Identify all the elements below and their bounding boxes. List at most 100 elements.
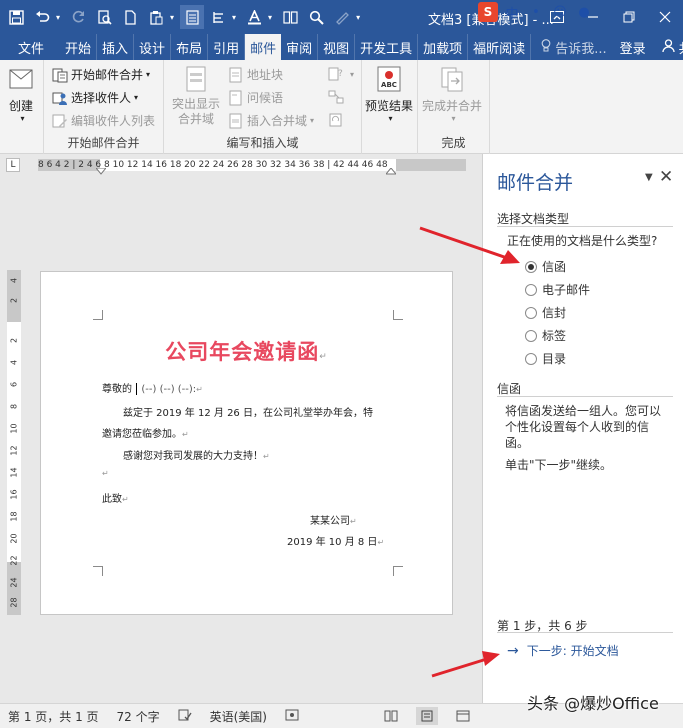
vruler-num: 2 [9,297,19,304]
tab-developer[interactable]: 开发工具 [355,34,419,60]
address-block-icon [229,67,242,82]
word-count[interactable]: 72 个字 [117,708,160,725]
match-fields-button[interactable] [328,89,347,105]
tell-me-box[interactable]: 告诉我... [531,34,611,60]
radio-labels[interactable]: 标签 [525,327,566,344]
radio-directory[interactable]: 目录 [525,350,566,367]
ruler-numbers: 8 6 4 2 | 2 4 6 8 10 12 14 16 18 20 22 2… [38,160,388,170]
tab-foxit[interactable]: 福昕阅读 [468,34,532,60]
customize-qat-icon[interactable]: ▾ [356,13,360,22]
select-recipients-button[interactable]: 选择收件人 ▾ [52,89,138,106]
tab-mailings[interactable]: 邮件 [245,34,282,60]
punctuation-icon[interactable]: • [526,2,546,22]
envelope-create-icon [9,69,33,89]
font-color-icon[interactable] [242,5,266,29]
indent-marker-icon[interactable] [96,168,106,176]
paste-icon[interactable] [144,5,168,29]
address-block-button[interactable]: 地址块 [228,66,283,83]
print-layout-icon[interactable] [416,707,438,725]
radio-letters[interactable]: 信函 [525,258,566,275]
emoji-icon[interactable]: ☺ [550,2,570,22]
greeting-line-button[interactable]: 问候语 [228,89,283,106]
section-divider [497,396,673,397]
radio-circle-selected [525,260,537,273]
language-indicator[interactable]: 英语(美国) [210,708,267,725]
draw-table-icon[interactable] [180,5,205,29]
vertical-ruler[interactable]: 4 2 2 4 6 8 10 12 14 16 18 20 22 24 28 [7,270,21,615]
next-step-link[interactable]: → 下一步: 开始文档 [507,642,619,659]
ruler-right-margin [396,159,466,171]
print-preview-icon[interactable] [92,5,116,29]
section-divider [497,632,673,633]
radio-email[interactable]: 电子邮件 [525,281,590,298]
redo-icon[interactable] [66,5,90,29]
letter-heading: 公司年会邀请函↵ [165,340,328,364]
paragraph-icon[interactable] [206,5,230,29]
company-text: 某某公司 [310,516,350,527]
radio-envelopes[interactable]: 信封 [525,304,566,321]
preview-results-button[interactable]: ABC 预览结果 ▾ [365,64,413,123]
find-icon[interactable] [304,5,328,29]
tab-file[interactable]: 文件 [0,34,60,60]
right-indent-marker-icon[interactable] [386,168,396,176]
save-icon[interactable] [4,5,28,29]
format-painter-icon[interactable] [330,5,354,29]
address-block-label: 地址块 [247,68,284,82]
finish-merge-icon [441,67,463,92]
start-merge-label: 开始邮件合并 [71,68,144,82]
web-layout-icon[interactable] [452,707,474,725]
pane-options-icon[interactable]: ▼ [645,172,653,183]
radio-envelopes-label: 信封 [542,306,567,320]
tab-design[interactable]: 设计 [134,34,172,60]
tab-references[interactable]: 引用 [208,34,246,60]
salutation-line: 尊敬的 (--) (--) (--):↵ [102,383,203,395]
vruler-num: 14 [9,467,19,478]
columns-icon[interactable] [278,5,302,29]
share-button[interactable]: 共享 [654,34,683,60]
finish-merge-button[interactable]: 完成并合并 ▾ [422,64,482,123]
tab-view[interactable]: 视图 [318,34,356,60]
doc-type-question: 正在使用的文档是什么类型? [507,234,658,248]
edit-recipients-label: 编辑收件人列表 [71,114,156,128]
insert-field-button[interactable]: 插入合并域 ▾ [228,112,314,129]
proofing-icon[interactable] [178,709,192,724]
group-write-insert: 突出显示合并域 地址块 问候语 插入合并域 ▾ ? ▾ 编写和插入域 [164,60,362,154]
create-button[interactable]: 创建 ▾ [6,64,36,123]
start-merge-button[interactable]: 开始邮件合并 ▾ [52,66,150,83]
tab-addins[interactable]: 加载项 [418,34,469,60]
edit-recipients-button[interactable]: 编辑收件人列表 [52,112,155,129]
paste-dropdown-icon[interactable]: ▾ [170,13,174,22]
sign-in-link[interactable]: 登录 [612,34,654,60]
highlight-fields-button[interactable]: 突出显示合并域 [170,64,222,127]
tab-layout[interactable]: 布局 [171,34,209,60]
update-labels-button[interactable] [328,112,347,128]
close-icon[interactable] [647,0,683,34]
undo-dropdown-icon[interactable]: ▾ [56,13,60,22]
tab-selector[interactable]: L [6,158,20,172]
create-label: 创建 [8,99,33,113]
rules-button[interactable]: ? ▾ [328,66,354,82]
sogou-logo-icon[interactable]: S [478,2,498,22]
font-color-dropdown-icon[interactable]: ▾ [268,13,272,22]
document-page[interactable]: 公司年会邀请函↵ 尊敬的 (--) (--) (--):↵ 兹定于 2019 年… [40,271,453,615]
tab-home[interactable]: 开始 [60,34,98,60]
undo-icon[interactable] [30,5,54,29]
new-document-icon[interactable] [118,5,142,29]
pane-close-icon[interactable]: ✕ [659,167,673,187]
read-mode-icon[interactable] [380,707,402,725]
paragraph-dropdown-icon[interactable]: ▾ [232,13,236,22]
body-line-1: 兹定于 2019 年 12 月 26 日，在公司礼堂举办年会，特 [123,404,373,419]
macro-record-icon[interactable] [285,709,299,724]
letters-description: 将信函发送给一组人。您可以个性化设置每个人收到的信函。 [505,404,662,450]
body-text-2: 邀请您莅临参加。 [102,429,182,440]
svg-text:ABC: ABC [381,81,397,89]
chinese-mode-icon[interactable]: 中 [502,2,522,22]
tab-review[interactable]: 审阅 [281,34,319,60]
restore-icon[interactable] [611,0,647,34]
page-count[interactable]: 第 1 页，共 1 页 [8,708,99,725]
greeting-line-icon [229,90,242,105]
rules-dropdown-icon: ▾ [350,69,355,79]
group-preview: ABC 预览结果 ▾ [362,60,418,154]
tab-insert[interactable]: 插入 [97,34,135,60]
microphone-icon[interactable]: ● [574,2,594,22]
